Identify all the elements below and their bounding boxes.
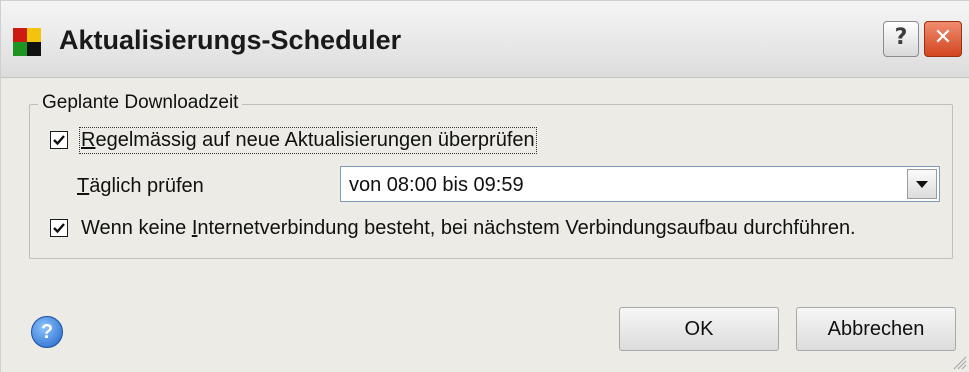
dropdown-arrow-button[interactable] (907, 169, 937, 199)
resize-grip-icon[interactable] (953, 356, 967, 370)
title-bar[interactable]: Aktualisierungs-Scheduler ? ✕ (1, 1, 969, 78)
titlebar-help-button[interactable]: ? (883, 21, 919, 57)
regular-check-label[interactable]: Regelmässig auf neue Aktualisierungen üb… (79, 127, 537, 154)
chevron-down-icon (916, 181, 928, 188)
app-logo-icon (13, 28, 41, 56)
offline-check-checkbox[interactable] (50, 219, 68, 237)
close-button[interactable]: ✕ (924, 21, 962, 57)
time-window-select[interactable]: von 08:00 bis 09:59 (340, 166, 940, 202)
help-icon[interactable]: ? (31, 316, 63, 348)
daily-check-label: Täglich prüfen (77, 175, 204, 197)
time-window-value: von 08:00 bis 09:59 (349, 174, 524, 196)
cancel-button[interactable]: Abbrechen (796, 307, 956, 351)
dialog-window: Aktualisierungs-Scheduler ? ✕ Geplante D… (0, 0, 969, 372)
regular-check-checkbox[interactable] (50, 131, 68, 149)
offline-check-label[interactable]: Wenn keine Internetverbindung besteht, b… (81, 217, 856, 240)
checkmark-icon (53, 223, 65, 234)
ok-button[interactable]: OK (619, 307, 779, 351)
window-title: Aktualisierungs-Scheduler (59, 25, 402, 55)
checkmark-icon (53, 135, 65, 146)
group-legend: Geplante Downloadzeit (38, 92, 243, 114)
